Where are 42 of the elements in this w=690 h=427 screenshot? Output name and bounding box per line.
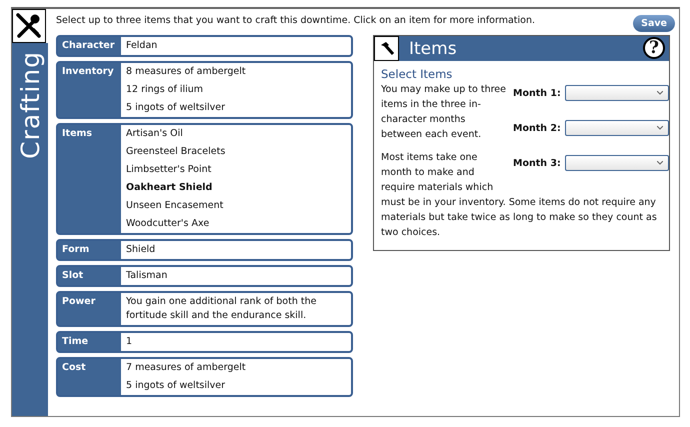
field-label: Time — [58, 333, 121, 351]
info-paragraph: You may make up to three items in the three in-character months between each event. — [381, 83, 507, 142]
field-value: 5 ingots of weltsilver — [126, 379, 226, 393]
field-value: 8 measures of ambergelt — [126, 65, 246, 79]
month-dropdown[interactable] — [564, 120, 669, 136]
sidebar-title: Crafting — [16, 51, 44, 159]
field-label: Character — [58, 37, 121, 55]
field-value: 12 rings of ilium — [126, 83, 204, 97]
month-label: Month 3: — [513, 156, 561, 170]
field-label: Form — [58, 241, 121, 259]
item-option[interactable]: Unseen Encasement — [126, 199, 226, 213]
item-option[interactable]: Woodcutter's Axe — [126, 217, 226, 231]
save-button[interactable]: Save — [633, 15, 675, 32]
month-label: Month 1: — [513, 86, 561, 100]
field-value: 5 ingots of weltsilver — [126, 101, 226, 115]
field-value: 7 measures of ambergelt — [126, 361, 246, 375]
field-label: Slot — [58, 267, 121, 285]
month-dropdown[interactable] — [564, 155, 669, 171]
chevron-icon — [656, 91, 663, 95]
panel-title: Items — [409, 38, 457, 58]
month-dropdown[interactable] — [564, 85, 669, 101]
info-paragraph: must be in your inventory. Some items do not require any materials but take twice as long to make so they count as two choices. — [381, 196, 658, 240]
chevron-icon — [656, 161, 663, 165]
field-label: Inventory — [58, 63, 121, 117]
month-label: Month 2: — [513, 122, 561, 136]
item-option[interactable]: Limbsetter's Point — [126, 163, 226, 177]
field-value: Talisman — [126, 269, 168, 283]
field-value: Shield — [126, 243, 156, 257]
field-label: Power — [58, 293, 121, 325]
field-value: 1 — [126, 335, 132, 349]
field-label: Cost — [58, 359, 121, 395]
instructions-text: Select up to three items that you want to craft this downtime. Click on an item for more information. — [56, 15, 536, 28]
help-button[interactable]: ? — [643, 37, 665, 59]
field-label: Items — [58, 125, 121, 233]
field-value: Feldan — [126, 39, 158, 53]
item-option[interactable]: Oakheart Shield — [126, 181, 226, 195]
item-option[interactable]: Greensteel Bracelets — [126, 145, 226, 159]
hammer-icon — [374, 36, 399, 61]
item-option[interactable]: Artisan's Oil — [126, 127, 226, 141]
section-heading: Select Items — [381, 67, 454, 82]
field-value: You gain one additional rank of both the fortitude skill and the endurance skill. — [126, 295, 318, 323]
chevron-icon — [656, 126, 663, 130]
